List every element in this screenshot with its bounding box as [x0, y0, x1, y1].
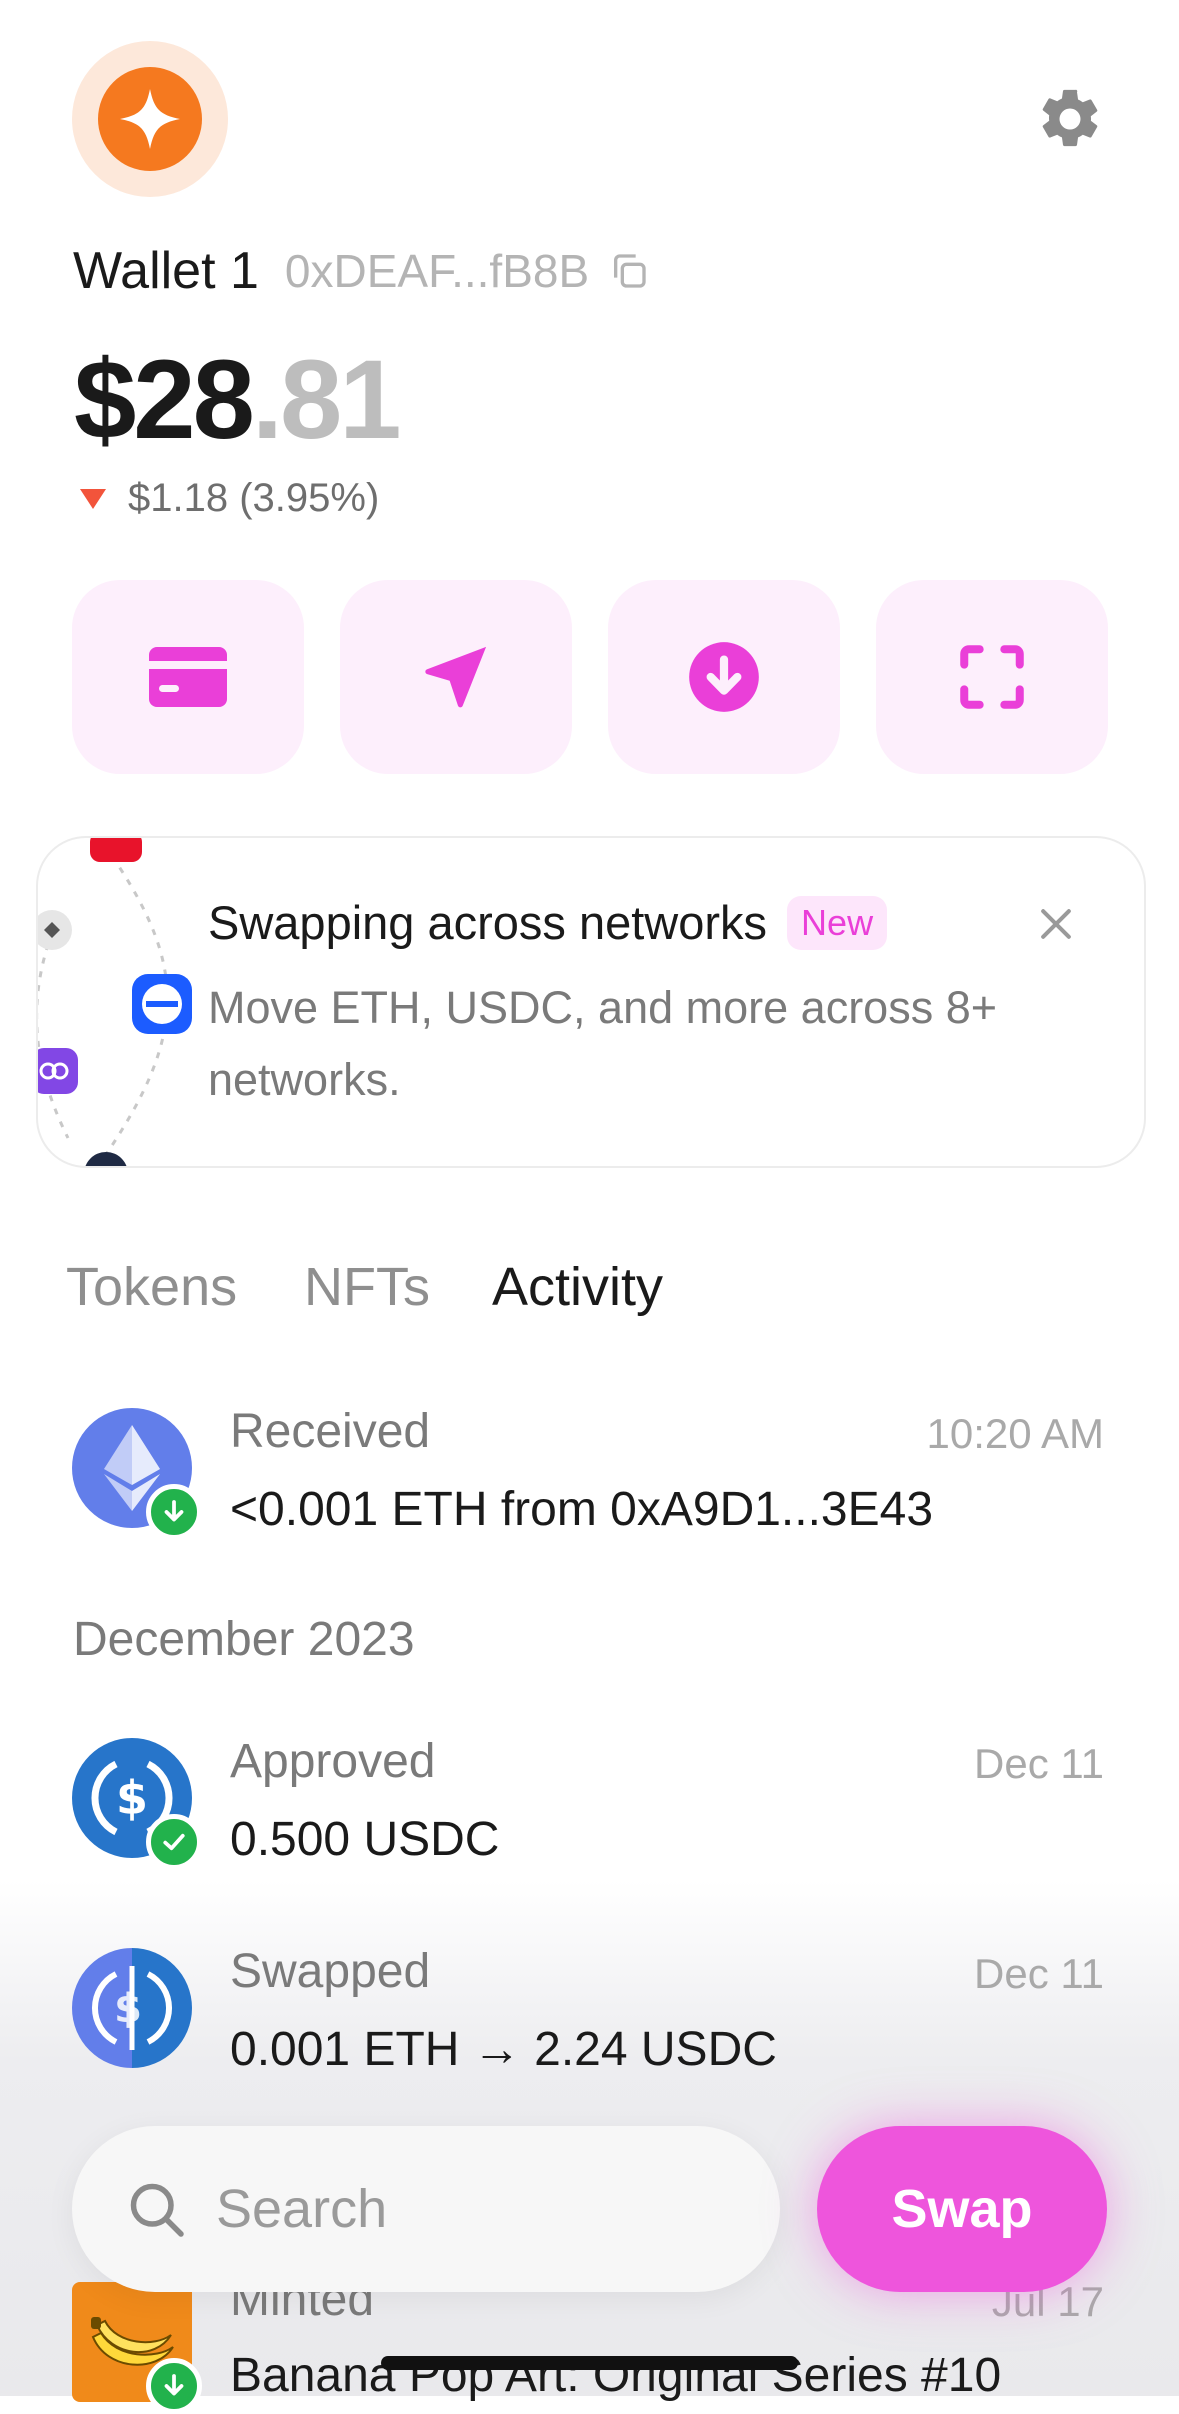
wallet-name: Wallet 1 — [73, 242, 259, 300]
base-network-icon — [132, 974, 192, 1034]
receive-button[interactable] — [608, 580, 840, 774]
wallet-address[interactable]: 0xDEAF...fB8B — [285, 244, 589, 298]
scan-button[interactable] — [876, 580, 1108, 774]
activity-title: Approved — [230, 1735, 436, 1788]
scan-icon — [960, 645, 1024, 709]
wallet-header: Wallet 1 0xDEAF...fB8B — [73, 238, 649, 304]
svg-text:$: $ — [116, 1771, 148, 1825]
close-icon[interactable] — [1034, 902, 1078, 946]
swap-button[interactable]: Swap — [817, 2126, 1107, 2292]
activity-subtitle: 0.001 ETH → 2.24 USDC — [230, 2023, 777, 2076]
promo-title-row: Swapping across networks New — [208, 895, 888, 950]
search-icon — [130, 2183, 184, 2237]
tab-activity[interactable]: Activity — [492, 1256, 663, 1318]
balance-change-text: $1.18 (3.95%) — [128, 476, 380, 520]
send-button[interactable] — [340, 580, 572, 774]
balance-change: $1.18 (3.95%) — [80, 476, 379, 521]
balance-dollars: $28 — [74, 337, 255, 462]
home-indicator — [381, 2356, 798, 2370]
down-triangle-icon — [80, 488, 106, 509]
svg-text:$: $ — [114, 1986, 142, 2032]
card-icon — [149, 647, 227, 707]
swap-pair-icon: $ — [72, 1948, 192, 2068]
section-header: December 2023 — [73, 1613, 415, 1666]
activity-title: Swapped — [230, 1945, 431, 1998]
balance-cents: .81 — [251, 337, 402, 462]
tab-nfts[interactable]: NFTs — [304, 1256, 430, 1318]
list-item[interactable] — [72, 2282, 202, 2414]
activity-subtitle: 0.500 USDC — [230, 1813, 500, 1866]
wallet-avatar[interactable] — [72, 41, 228, 197]
activity-title: Received — [230, 1405, 431, 1458]
activity-subtitle: <0.001 ETH from 0xA9D1...3E43 — [230, 1483, 934, 1536]
buy-button[interactable] — [72, 580, 304, 774]
new-badge: New — [787, 895, 888, 950]
search-bar[interactable] — [72, 2126, 780, 2292]
activity-time: 10:20 AM — [926, 1410, 1104, 1457]
activity-time: Dec 11 — [974, 1740, 1104, 1787]
search-input[interactable] — [214, 2177, 738, 2241]
gear-icon[interactable] — [1035, 84, 1105, 154]
receive-icon — [689, 642, 759, 712]
received-badge-icon — [146, 1484, 202, 1540]
activity-time: Dec 11 — [974, 1950, 1104, 1997]
promo-title: Swapping across networks — [208, 896, 768, 949]
approved-badge-icon — [146, 1814, 202, 1870]
list-item[interactable]: $ — [72, 1948, 192, 2068]
list-item[interactable] — [72, 1408, 202, 1540]
copy-icon[interactable] — [609, 251, 649, 291]
minted-badge-icon — [146, 2358, 202, 2414]
promo-body: Move ETH, USDC, and more across 8+ netwo… — [208, 982, 998, 1105]
avatar-icon — [98, 67, 202, 171]
tab-tokens[interactable]: Tokens — [66, 1256, 237, 1318]
portfolio-balance: $28.81 — [74, 335, 402, 465]
list-item[interactable]: $ — [72, 1738, 202, 1870]
send-icon — [425, 646, 487, 708]
